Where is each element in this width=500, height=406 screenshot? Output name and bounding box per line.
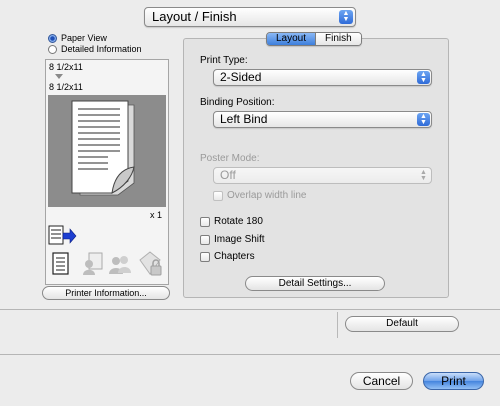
duplex-page-icon <box>71 100 135 196</box>
binding-position-label: Binding Position: <box>200 97 275 108</box>
image-shift-label: Image Shift <box>214 234 265 245</box>
radio-button-selected-icon[interactable] <box>48 33 57 43</box>
rotate-180-label: Rotate 180 <box>214 216 263 227</box>
print-type-popup[interactable]: 2-Sided ▲ ▼ <box>213 69 432 86</box>
paper-size-bottom: 8 1/2x11 <box>49 82 83 92</box>
chapters-label: Chapters <box>214 251 255 262</box>
user-document-icon <box>83 252 103 275</box>
cancel-button[interactable]: Cancel <box>350 372 413 390</box>
print-button[interactable]: Print <box>423 372 484 390</box>
binding-position-popup[interactable]: Left Bind ▲ ▼ <box>213 111 432 128</box>
print-type-label: Print Type: <box>200 55 248 66</box>
checkbox-icon[interactable] <box>200 234 210 245</box>
group-users-icon <box>109 256 131 274</box>
poster-mode-label: Poster Mode: <box>200 153 260 164</box>
popup-arrows-icon: ▲ ▼ <box>339 10 353 24</box>
detail-settings-button[interactable]: Detail Settings... <box>245 276 385 291</box>
default-button[interactable]: Default <box>345 316 459 332</box>
image-shift-checkbox[interactable]: Image Shift <box>200 233 265 246</box>
tab-bar: Layout Finish <box>266 32 362 46</box>
tab-layout[interactable]: Layout <box>267 33 317 45</box>
divider <box>337 312 338 338</box>
poster-mode-value: Off <box>220 168 236 182</box>
document-icon <box>52 252 69 275</box>
panel-selector-popup[interactable]: Layout / Finish ▲ ▼ <box>144 7 356 27</box>
paper-size-top: 8 1/2x11 <box>49 62 83 72</box>
arrow-down-icon <box>55 74 63 79</box>
checkbox-icon[interactable] <box>200 251 210 262</box>
binding-position-value: Left Bind <box>220 112 268 126</box>
divider <box>0 354 500 355</box>
divider <box>0 309 500 310</box>
output-tray-icon <box>48 225 77 245</box>
radio-detailed-information-label: Detailed Information <box>61 44 142 54</box>
secure-document-icon <box>139 251 162 276</box>
rotate-180-checkbox[interactable]: Rotate 180 <box>200 215 263 228</box>
tab-finish[interactable]: Finish <box>316 33 361 45</box>
duplex-page-preview <box>48 95 166 207</box>
overlap-width-line-label: Overlap width line <box>227 190 307 201</box>
overlap-width-line-checkbox[interactable]: Overlap width line <box>213 189 306 202</box>
checkbox-icon[interactable] <box>200 216 210 227</box>
popup-arrows-icon: ▲ ▼ <box>420 169 427 182</box>
popup-arrows-icon: ▲ ▼ <box>417 113 430 126</box>
radio-button-icon[interactable] <box>48 44 57 54</box>
copies-indicator: x 1 <box>149 210 162 220</box>
printer-information-button[interactable]: Printer Information... <box>42 286 170 300</box>
chapters-checkbox[interactable]: Chapters <box>200 250 255 263</box>
print-type-value: 2-Sided <box>220 70 262 84</box>
radio-detailed-information[interactable]: Detailed Information <box>48 43 142 55</box>
paper-preview-panel: 8 1/2x11 8 1/2x11 x 1 <box>45 59 169 285</box>
panel-selector-value: Layout / Finish <box>152 9 237 24</box>
checkbox-icon[interactable] <box>213 190 223 201</box>
popup-arrows-icon: ▲ ▼ <box>417 71 430 84</box>
poster-mode-popup[interactable]: Off ▲ ▼ <box>213 167 432 184</box>
